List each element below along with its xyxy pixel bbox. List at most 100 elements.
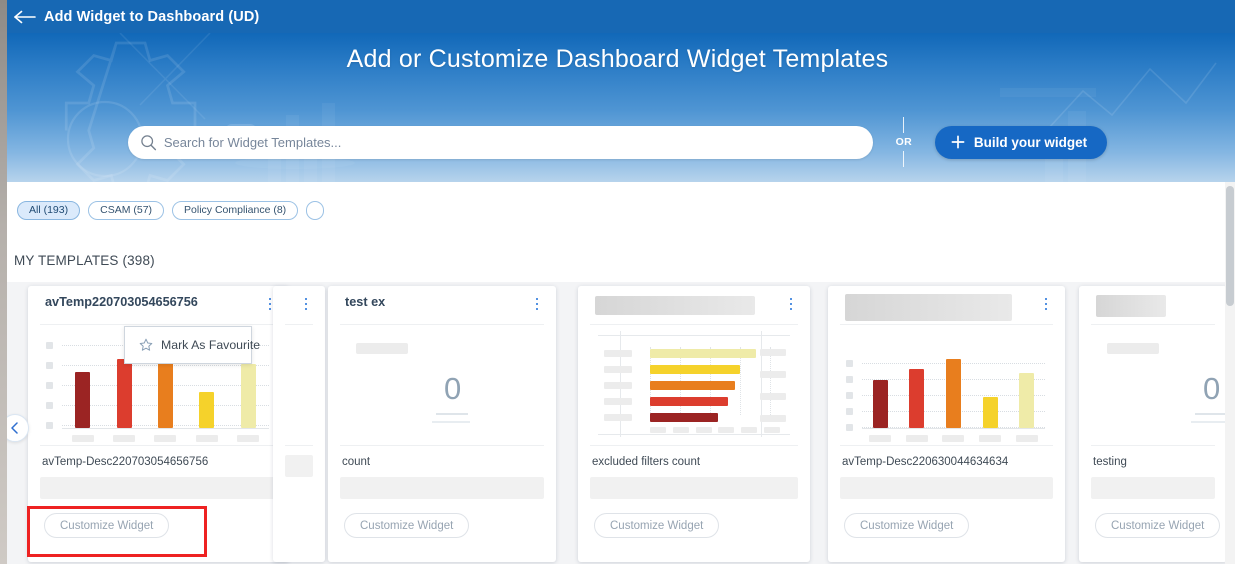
bar-3 [650, 381, 735, 390]
or-line-top [903, 117, 905, 133]
mark-as-favourite-label: Mark As Favourite [161, 338, 261, 352]
rail-top-spacer [7, 238, 1228, 282]
filter-chip-all-label: All (193) [29, 204, 69, 216]
chart-x-labels [62, 435, 269, 442]
card-header [1079, 286, 1227, 320]
hero-title: Add or Customize Dashboard Widget Templa… [346, 45, 889, 73]
big-number-widget: 0 [1091, 325, 1227, 445]
or-separator: OR [873, 112, 935, 172]
more-vertical-icon[interactable] [299, 295, 313, 313]
card-meta-placeholder [285, 455, 313, 477]
card-description: avTemp-Desc220630044634634 [842, 456, 1009, 468]
bar-5 [1019, 373, 1035, 428]
card-header [578, 286, 810, 320]
card-meta-placeholder [840, 477, 1053, 499]
more-vertical-icon[interactable] [784, 295, 798, 313]
bar-2 [116, 359, 132, 428]
filter-chip-policy-compliance[interactable]: Policy Compliance (8) [172, 200, 299, 220]
card-header [273, 286, 325, 320]
filter-chip-all[interactable]: All (193) [17, 200, 81, 220]
more-vertical-icon[interactable] [1039, 295, 1053, 313]
bar-1 [650, 349, 756, 358]
page-gutter [0, 0, 7, 564]
bar-1 [872, 380, 888, 428]
card-title: test ex [345, 295, 386, 309]
card-preview-chart: 0 [1091, 324, 1227, 446]
customize-widget-button[interactable]: Customize Widget [844, 513, 970, 538]
scrollbar-thumb[interactable] [1226, 186, 1234, 306]
template-card-rail: avTemp220703054656756 avTemp-Desc2207030… [7, 238, 1228, 564]
filter-chip-partial[interactable] [306, 200, 325, 220]
back-arrow-icon[interactable] [10, 7, 40, 27]
bar-4 [199, 392, 215, 428]
card-description: avTemp-Desc220703054656756 [42, 456, 209, 468]
hero-banner: Add or Customize Dashboard Widget Templa… [0, 33, 1235, 182]
card-preview-chart: 0 [340, 324, 544, 446]
bar-2 [650, 365, 740, 374]
bar-3 [945, 359, 961, 428]
card-meta-placeholder [1091, 477, 1215, 499]
chart-x-labels [650, 427, 780, 433]
customize-widget-button[interactable]: Customize Widget [344, 513, 470, 538]
card-description: testing [1093, 456, 1127, 468]
big-number-label-placeholder [356, 343, 408, 354]
customize-widget-button[interactable]: Customize Widget [1095, 513, 1221, 538]
big-number-widget: 0 [340, 325, 544, 445]
filter-chip-csam[interactable]: CSAM (57) [88, 200, 165, 220]
build-your-widget-label: Build your widget [973, 134, 1088, 150]
filter-chip-csam-label: CSAM (57) [100, 204, 153, 216]
search-bar[interactable] [127, 125, 873, 159]
build-your-widget-button[interactable]: Build your widget [934, 125, 1108, 159]
horizontal-bar-chart [598, 331, 790, 437]
filter-chip-policy-compliance-label: Policy Compliance (8) [184, 204, 287, 216]
card-description: count [342, 456, 371, 468]
plus-icon [951, 135, 965, 149]
bar-2 [909, 369, 925, 428]
chart-x-labels [862, 435, 1045, 442]
customize-widget-button[interactable]: Customize Widget [44, 513, 170, 538]
customize-widget-button[interactable]: Customize Widget [594, 513, 720, 538]
card-title: avTemp220703054656756 [45, 295, 198, 309]
bar-1 [75, 372, 91, 428]
search-input[interactable] [163, 125, 873, 159]
card-meta-placeholder [340, 477, 544, 499]
template-card[interactable]: 0 testing Customize Widget [1079, 286, 1227, 562]
card-title-placeholder [1096, 295, 1166, 317]
chart-baseline [62, 428, 269, 429]
section-title: MY TEMPLATES (398) [14, 253, 155, 268]
card-title-placeholder [845, 294, 1012, 321]
or-label: OR [895, 136, 913, 148]
bar-4 [982, 397, 998, 428]
bar-5 [240, 364, 256, 428]
card-title-placeholder [595, 296, 755, 315]
vertical-scrollbar[interactable] [1225, 182, 1235, 564]
card-meta-placeholder [40, 477, 277, 499]
hero-controls: OR Build your widget [0, 112, 1235, 172]
or-line-bottom [903, 151, 905, 167]
mark-as-favourite-menu-item[interactable]: Mark As Favourite [124, 326, 260, 364]
bar-5 [650, 413, 718, 422]
vertical-bar-chart [846, 339, 1045, 442]
card-description: excluded filters count [592, 456, 701, 468]
page-title: Add Widget to Dashboard (UD) [44, 8, 260, 25]
big-number-value: 0 [1203, 371, 1221, 406]
card-preview-chart [285, 324, 313, 446]
bar-4 [650, 397, 728, 406]
big-number-value: 0 [444, 371, 462, 406]
template-card[interactable]: avTemp-Desc220630044634634 Customize Wid… [828, 286, 1065, 562]
card-preview-chart [590, 324, 798, 446]
chart-bars [862, 339, 1045, 428]
card-header: avTemp220703054656756 [28, 286, 289, 320]
filter-chip-bar: All (193) CSAM (57) Policy Compliance (8… [7, 182, 1235, 238]
card-meta-placeholder [590, 477, 798, 499]
star-icon [139, 338, 153, 352]
search-icon [140, 134, 157, 151]
template-card[interactable]: test ex 0 count Customize Widget [328, 286, 556, 562]
more-vertical-icon[interactable] [530, 295, 544, 313]
card-header: test ex [328, 286, 556, 320]
top-bar: Add Widget to Dashboard (UD) [0, 0, 1235, 33]
chart-baseline [862, 428, 1045, 429]
template-card[interactable]: excluded filters count Customize Widget [578, 286, 810, 562]
add-widget-page: Add Widget to Dashboard (UD) Add or Cust… [0, 0, 1235, 564]
template-card-partial[interactable] [273, 286, 325, 562]
